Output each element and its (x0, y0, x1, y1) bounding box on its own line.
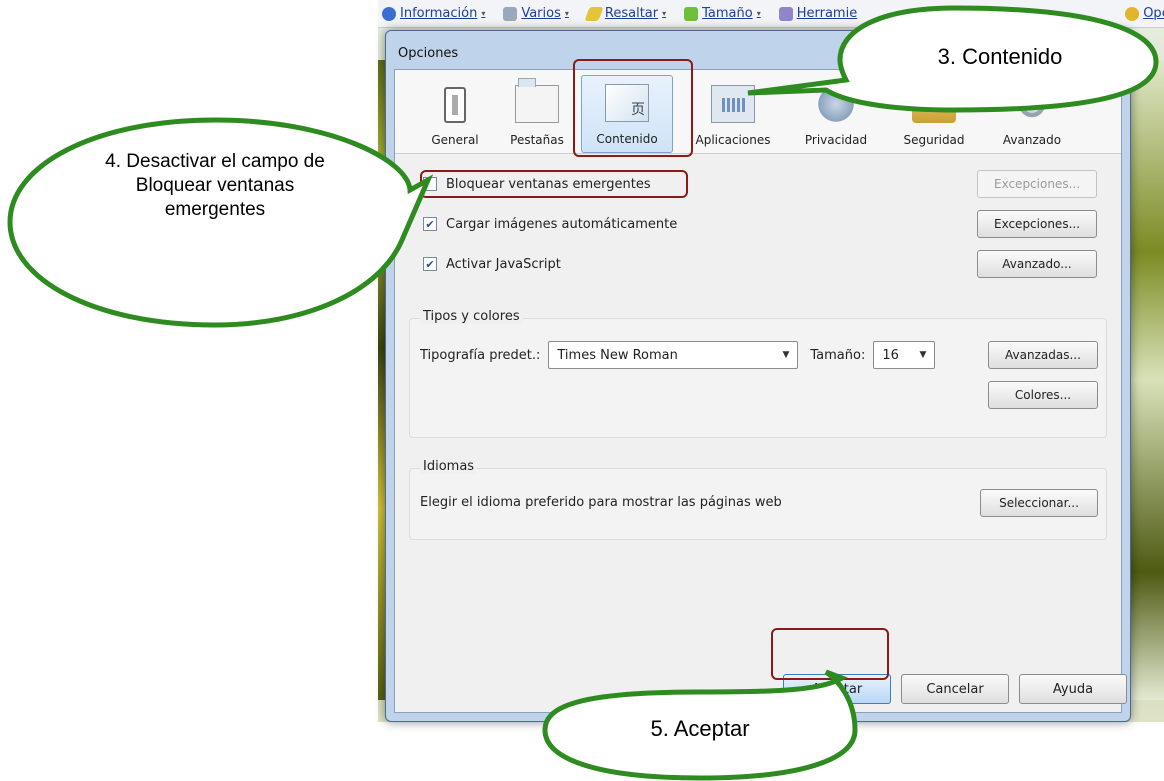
popup-exceptions-button[interactable]: Excepciones... (977, 170, 1097, 198)
menu-informacion[interactable]: Información ▾ (382, 6, 485, 21)
resize-icon (684, 6, 699, 21)
chevron-down-icon: ▼ (919, 350, 927, 360)
row-load-images: ✔ Cargar imágenes automáticamente Excepc… (409, 204, 1107, 244)
tab-avanzado[interactable]: Avanzado (989, 75, 1075, 153)
languages-description: Elegir el idioma preferido para mostrar … (420, 495, 782, 510)
menu-herramientas[interactable]: Herramie (778, 6, 857, 21)
block-popups-checkbox[interactable] (423, 177, 437, 191)
font-size-select[interactable]: 16 ▼ (873, 341, 936, 369)
colors-button[interactable]: Colores... (988, 381, 1098, 409)
font-size-label: Tamaño: (810, 347, 866, 363)
fonts-colors-group: Tipos y colores Tipografía predet.: Time… (409, 309, 1107, 438)
applications-icon (711, 85, 755, 123)
dialog-client: General Pestañas Contenido Aplicaciones … (394, 69, 1127, 713)
options-dialog: Opciones General Pestañas Contenido Apli… (385, 30, 1131, 722)
callout-contenido-text: 3. Contenido (937, 44, 1063, 69)
javascript-advanced-button[interactable]: Avanzado... (977, 250, 1097, 278)
ok-button[interactable]: Aceptar (783, 674, 891, 704)
tab-contenido[interactable]: Contenido (581, 75, 673, 153)
tab-pestanas[interactable]: Pestañas (505, 75, 569, 153)
help-button[interactable]: Ayuda (1019, 674, 1127, 704)
dialog-title: Opciones (398, 45, 459, 61)
default-font-label: Tipografía predet.: (420, 347, 541, 363)
menu-resaltar[interactable]: Resaltar ▾ (584, 6, 666, 21)
javascript-label: Activar JavaScript (446, 256, 561, 272)
callout-aceptar-text: 5. Aceptar (650, 716, 750, 741)
tools-icon (778, 6, 793, 21)
languages-legend: Idiomas (420, 459, 478, 474)
general-switch-icon (444, 87, 466, 123)
menu-varios[interactable]: Varios ▾ (503, 6, 569, 21)
select-language-button[interactable]: Seleccionar... (980, 489, 1098, 517)
options-tab-bar: General Pestañas Contenido Aplicaciones … (395, 70, 1121, 154)
tabs-window-icon (515, 78, 559, 123)
misc-icon (503, 6, 518, 21)
load-images-checkbox[interactable]: ✔ (423, 217, 437, 231)
block-popups-label: Bloquear ventanas emergentes (446, 176, 651, 192)
content-page-icon (605, 84, 649, 122)
tab-seguridad[interactable]: Seguridad (891, 75, 977, 153)
javascript-checkbox[interactable]: ✔ (423, 257, 437, 271)
row-javascript: ✔ Activar JavaScript Avanzado... (409, 244, 1107, 284)
row-block-popups: Bloquear ventanas emergentes Excepciones… (409, 164, 1107, 204)
tab-general[interactable]: General (417, 75, 493, 153)
cancel-button[interactable]: Cancelar (901, 674, 1009, 704)
highlight-pen-icon (584, 6, 604, 21)
content-options: Bloquear ventanas emergentes Excepciones… (409, 164, 1107, 284)
load-images-label: Cargar imágenes automáticamente (446, 216, 678, 232)
tab-aplicaciones[interactable]: Aplicaciones (685, 75, 781, 153)
menu-tamano[interactable]: Tamaño ▾ (684, 6, 761, 21)
security-lock-icon (912, 85, 956, 123)
image-exceptions-button[interactable]: Excepciones... (977, 210, 1097, 238)
chevron-down-icon: ▼ (782, 350, 790, 360)
options-icon (1125, 6, 1140, 21)
browser-toolbar: Información ▾ Varios ▾ Resaltar ▾ Tamaño ▾ H… (378, 0, 1164, 28)
fonts-advanced-button[interactable]: Avanzadas... (988, 341, 1098, 369)
menu-opciones[interactable]: Opcior (1125, 6, 1164, 21)
privacy-mask-icon (814, 85, 858, 123)
default-font-select[interactable]: Times New Roman ▼ (548, 341, 799, 369)
languages-group: Idiomas Elegir el idioma preferido para … (409, 459, 1107, 540)
callout-desactivar-text: 4. Desactivar el campo de Bloquear venta… (105, 151, 325, 220)
fonts-colors-legend: Tipos y colores (420, 309, 523, 324)
advanced-gear-icon (1010, 85, 1054, 123)
tab-privacidad[interactable]: Privacidad (793, 75, 879, 153)
info-icon (382, 6, 396, 21)
